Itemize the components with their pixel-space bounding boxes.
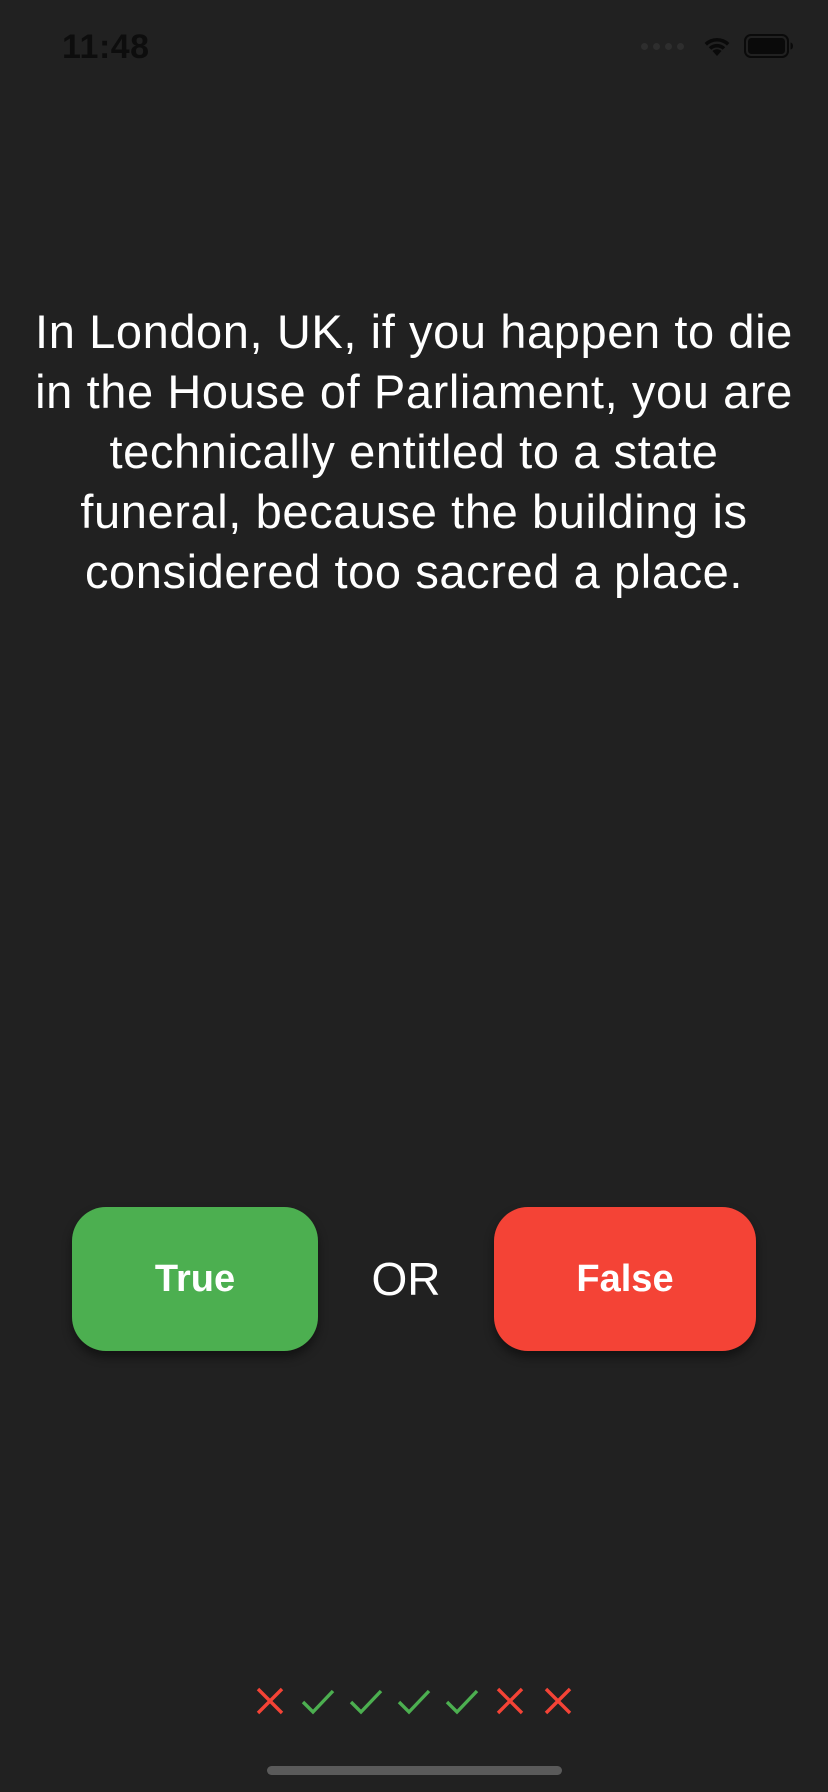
close-icon [496,1687,524,1715]
wifi-icon [704,37,730,56]
or-label: OR [371,1253,441,1305]
home-indicator [267,1766,562,1775]
true-button-label: True [154,1257,236,1300]
false-button[interactable]: False [494,1207,756,1351]
check-icon [301,1689,335,1715]
false-button-label: False [576,1257,674,1300]
close-icon [256,1687,284,1715]
status-time: 11:48 [62,28,150,66]
check-icon [349,1689,383,1715]
quiz-screen: 11:48 In London, UK, if you happen to di… [0,0,828,1792]
check-icon [397,1689,431,1715]
close-icon [544,1687,572,1715]
check-icon [445,1689,479,1715]
question-text: In London, UK, if you happen to die in t… [35,305,793,598]
status-icons [641,34,794,58]
cellular-signal-icon [641,42,684,50]
true-button[interactable]: True [72,1207,318,1351]
status-bar: 11:48 [0,0,828,100]
battery-icon [744,34,793,58]
score-keeper [0,1680,828,1720]
